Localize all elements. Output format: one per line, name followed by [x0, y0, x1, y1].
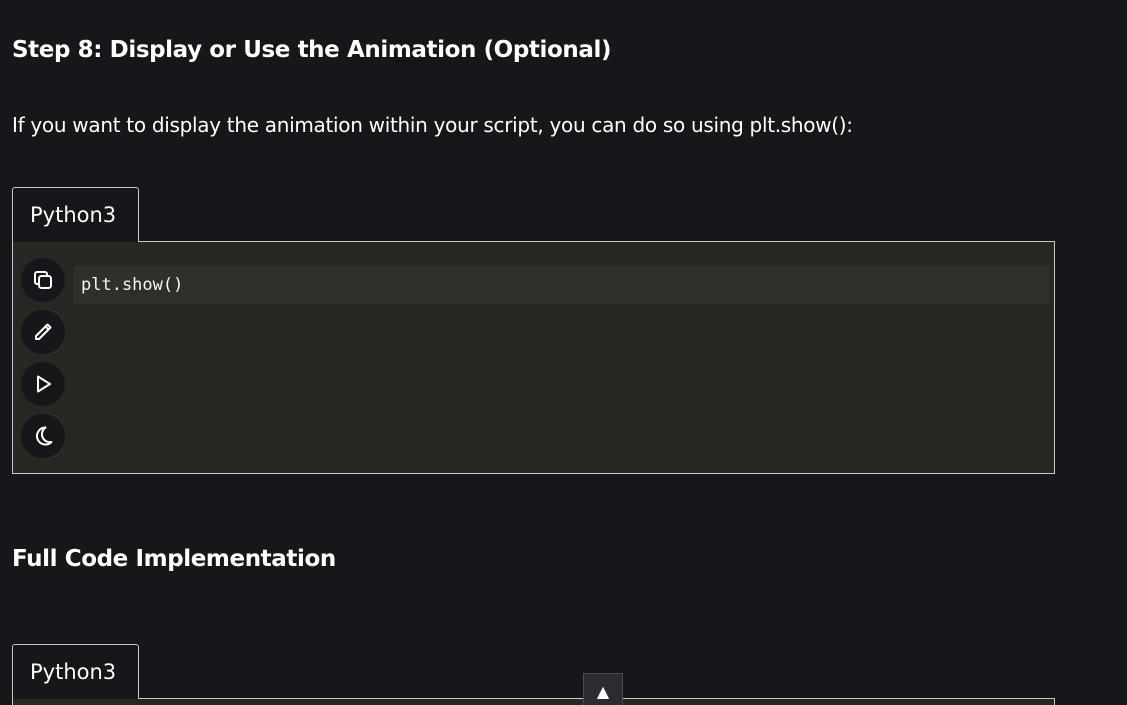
- code-block: plt.show(): [12, 241, 1055, 474]
- edit-button[interactable]: [21, 310, 65, 354]
- code-line[interactable]: plt.show(): [74, 266, 1049, 304]
- theme-toggle-button[interactable]: [21, 414, 65, 458]
- language-tab-python3[interactable]: Python3: [12, 187, 139, 242]
- full-code-heading: Full Code Implementation: [12, 546, 336, 572]
- copy-button[interactable]: [21, 258, 65, 302]
- step8-heading: Step 8: Display or Use the Animation (Op…: [12, 37, 612, 63]
- scroll-to-top-button[interactable]: ▲: [583, 673, 623, 705]
- copy-icon: [34, 271, 52, 289]
- pencil-icon: [35, 323, 52, 340]
- play-icon: [37, 375, 51, 393]
- code-toolbar: [21, 258, 69, 466]
- code-block-full: [12, 698, 1055, 705]
- language-tab-python3-full[interactable]: Python3: [12, 644, 139, 699]
- run-button[interactable]: [21, 362, 65, 406]
- article-page: Step 8: Display or Use the Animation (Op…: [0, 0, 1127, 705]
- step8-paragraph: If you want to display the animation wit…: [12, 113, 853, 137]
- moon-icon: [36, 426, 53, 446]
